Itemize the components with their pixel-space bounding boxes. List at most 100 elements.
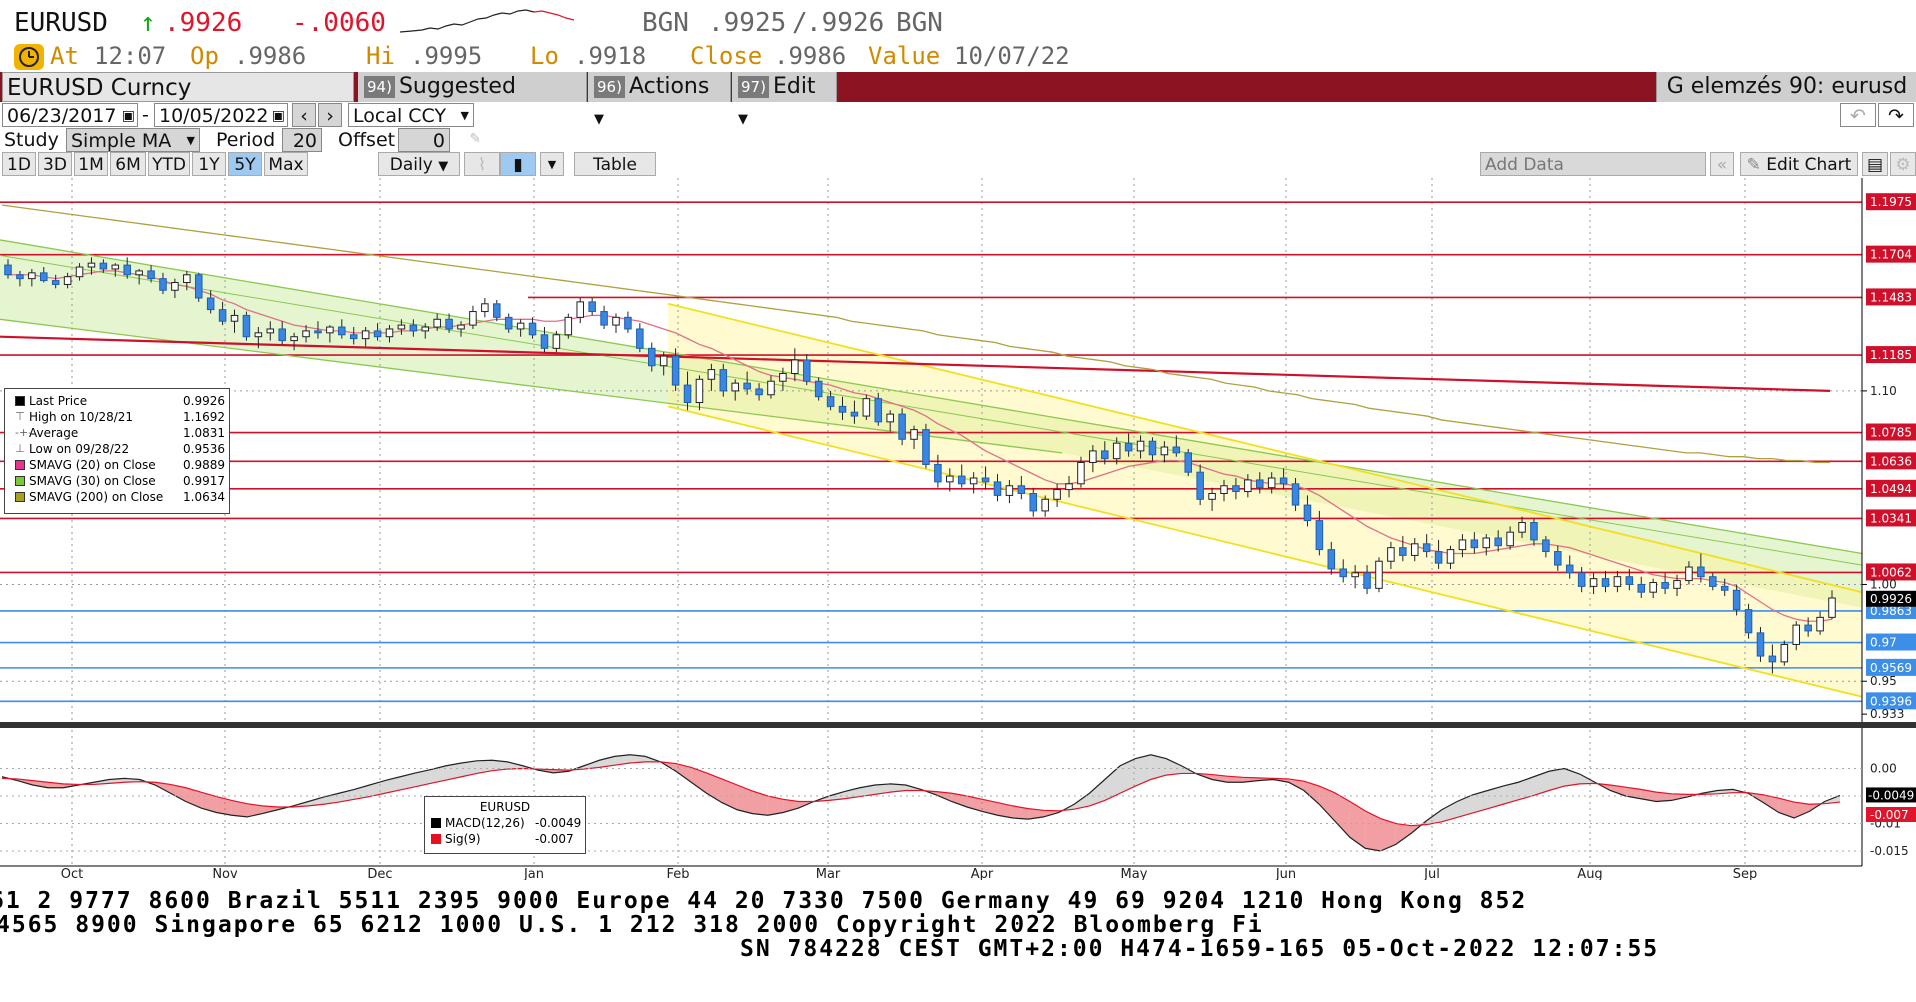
range-button-6m[interactable]: 6M — [110, 152, 146, 176]
range-button-3d[interactable]: 3D — [38, 152, 72, 176]
macd-pane: 0.00-0.005-0.01-0.015-0.0049-0.007 — [0, 754, 1916, 858]
range-button-1m[interactable]: 1M — [74, 152, 108, 176]
candle-body — [1279, 477, 1288, 485]
candle-body — [779, 372, 787, 382]
candle-body — [63, 276, 72, 285]
candle-body — [421, 326, 430, 332]
redo-button[interactable]: ↷ — [1878, 103, 1914, 127]
pencil-icon: ✎ — [1746, 155, 1761, 175]
candle-body — [1637, 583, 1646, 593]
pencil-icon[interactable]: ✎ — [470, 128, 480, 148]
legend-row: SMAVG (30) on Close 0.9917 — [5, 473, 229, 489]
start-date-input[interactable]: 06/23/2017 ▣ — [2, 103, 138, 127]
legend-box[interactable]: Last Price 0.9926 ⊤ High on 10/28/21 1.1692-… — [4, 388, 230, 514]
offset-input[interactable]: 0 — [398, 128, 450, 152]
prev-period-button[interactable]: ‹ — [292, 103, 316, 127]
candle-body — [540, 334, 549, 349]
chart-type-dropdown[interactable]: ▼ — [540, 152, 564, 176]
price-tick-label: 0.95 — [1870, 674, 1897, 688]
candle-body — [1458, 539, 1467, 551]
candle-body — [242, 314, 251, 338]
study-select[interactable]: Simple MA ▼ — [66, 128, 200, 152]
net-change: -.0060 — [292, 8, 386, 38]
next-period-button[interactable]: › — [318, 103, 342, 127]
candle-body — [1232, 485, 1240, 493]
candle-body — [1005, 485, 1014, 496]
pane-divider[interactable] — [0, 722, 1916, 728]
collapse-icon[interactable]: « — [1710, 152, 1734, 176]
currency-select[interactable]: Local CCY ▼ — [348, 103, 474, 127]
candle-body — [731, 382, 739, 392]
undo-button[interactable]: ↶ — [1840, 103, 1876, 127]
range-button-5y[interactable]: 5Y — [228, 152, 262, 176]
security-field[interactable]: EURUSD Curncy — [2, 72, 354, 102]
legend-row: ⊥ Low on 09/28/22 0.9536 — [5, 441, 229, 457]
candle-body — [1530, 522, 1538, 541]
calendar-icon[interactable]: ▣ — [122, 104, 135, 128]
add-data-input[interactable]: Add Data — [1480, 152, 1706, 176]
date-separator: - — [142, 104, 149, 126]
tab-edit[interactable]: 97) Edit ▼ — [732, 72, 837, 127]
open-label: Op — [190, 42, 219, 70]
candle-body — [1816, 616, 1824, 632]
table-button[interactable]: Table — [574, 152, 656, 176]
calendar-icon[interactable]: ▣ — [272, 104, 285, 128]
macd-legend-swatch — [431, 818, 441, 828]
offset-value: 0 — [432, 130, 445, 152]
candle-body — [266, 328, 275, 334]
candle-body — [1720, 585, 1729, 591]
month-label: Oct — [61, 867, 83, 880]
candle-body — [1172, 446, 1181, 454]
range-button-1y[interactable]: 1Y — [192, 152, 226, 176]
range-button-1d[interactable]: 1D — [2, 152, 36, 176]
month-label: Nov — [212, 867, 238, 880]
candle-body — [361, 330, 370, 340]
footer-line-3: SN 784228 CEST GMT+2:00 H474-1659-165 05… — [740, 936, 1660, 962]
macd-fill — [737, 785, 753, 814]
period-input[interactable]: 20 — [282, 128, 322, 152]
bar-chart-button[interactable]: ▮ — [500, 152, 536, 176]
candle-body — [1542, 539, 1550, 553]
candle-body — [981, 477, 990, 483]
month-label: Feb — [666, 867, 689, 880]
candle-body — [1792, 624, 1801, 645]
tab-suggested-charts[interactable]: 94)Suggested Charts — [358, 72, 587, 129]
open-price: .9986 — [234, 42, 307, 70]
gear-icon[interactable]: ⚙ — [1890, 152, 1916, 176]
candle-body — [969, 477, 978, 485]
legend-value: 0.9926 — [183, 394, 225, 408]
legend-swatch: ⊥ — [15, 442, 25, 455]
candle-body — [1089, 450, 1097, 464]
candle-body — [838, 405, 847, 413]
candle-body — [1732, 589, 1741, 611]
line-chart-button[interactable]: ⌇ — [464, 152, 500, 176]
range-button-max[interactable]: Max — [264, 152, 308, 176]
macd-legend-box[interactable]: EURUSD MACD(12,26) -0.0049 Sig(9) -0.007 — [424, 796, 586, 854]
range-button-ytd[interactable]: YTD — [148, 152, 190, 176]
currency-value: Local CCY — [353, 105, 447, 127]
candle-body — [874, 398, 883, 423]
at-label: At — [50, 42, 79, 70]
candle-body — [1768, 655, 1777, 663]
chart-settings-icon[interactable]: ▤ — [1862, 152, 1888, 176]
period-value: 20 — [292, 130, 317, 152]
candle-body — [75, 266, 84, 278]
end-date-input[interactable]: 10/05/2022 ▣ — [154, 103, 288, 127]
table-label: Table — [593, 155, 637, 175]
candle-body — [1327, 549, 1336, 570]
price-chart[interactable]: 1.1975 1.1704 1.1483 1.1185 1.0785 1.0636 1.04… — [0, 178, 1916, 880]
candle-body — [636, 328, 644, 349]
frequency-select[interactable]: Daily ▼ — [378, 152, 460, 176]
high-label: Hi — [366, 42, 395, 70]
edit-chart-button[interactable]: ✎ Edit Chart — [1740, 152, 1858, 176]
month-label: Jun — [1275, 867, 1296, 880]
candle-body — [171, 282, 179, 291]
legend-label: Last Price — [29, 394, 88, 408]
candle-body — [802, 359, 811, 382]
legend-label: High on 10/28/21 — [29, 410, 134, 424]
candle-body — [1053, 489, 1061, 500]
candle-body — [624, 316, 632, 330]
candle-body — [1756, 632, 1765, 657]
candle-body — [338, 326, 346, 336]
tab-actions[interactable]: 96) Actions ▼ — [588, 72, 731, 127]
